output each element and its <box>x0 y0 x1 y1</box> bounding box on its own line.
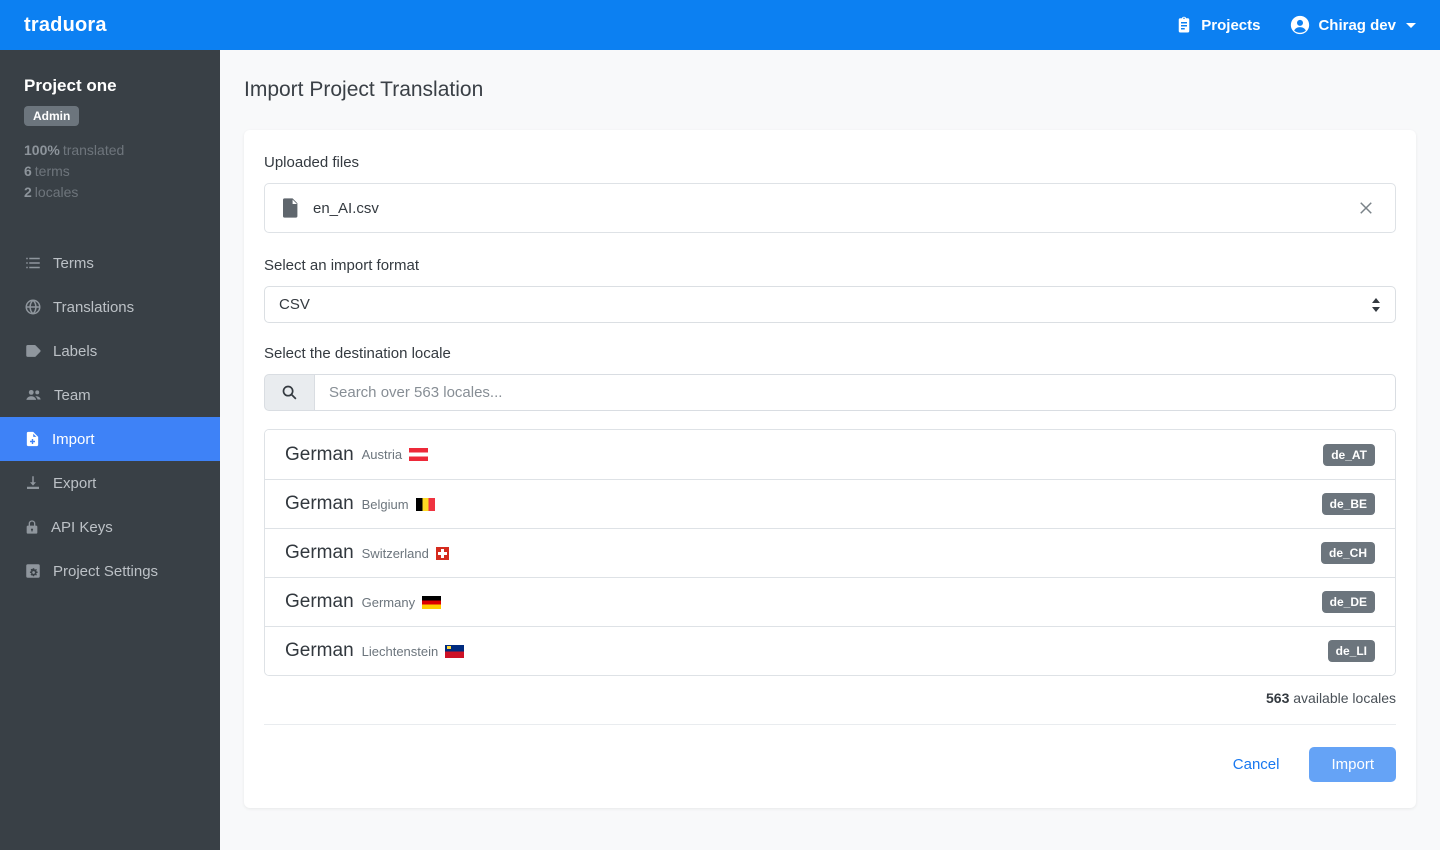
locale-row-de-de[interactable]: German Germany de_DE <box>265 577 1395 626</box>
brand-logo[interactable]: traduora <box>24 14 107 37</box>
people-icon <box>24 386 43 404</box>
sidebar-item-export[interactable]: Export <box>0 461 220 505</box>
file-name: en_AI.csv <box>313 199 379 217</box>
locale-region: Belgium <box>361 496 409 512</box>
locale-code-badge: de_BE <box>1321 493 1375 515</box>
sidebar-item-label: Export <box>53 474 97 492</box>
remove-file-button[interactable] <box>1355 197 1377 219</box>
locale-code-badge: de_AT <box>1323 443 1375 466</box>
format-select[interactable]: CSV <box>264 286 1396 323</box>
main-content: Import Project Translation Uploaded file… <box>220 50 1440 850</box>
sidebar-item-team[interactable]: Team <box>0 373 220 417</box>
file-icon <box>283 198 299 218</box>
sidebar-item-import[interactable]: Import <box>0 417 220 461</box>
flag-liechtenstein-icon <box>445 644 465 658</box>
locale-row-de-li[interactable]: German Liechtenstein de_LI <box>265 626 1395 675</box>
project-name: Project one <box>24 76 117 95</box>
available-locales-line: 563 available locales <box>264 690 1396 706</box>
close-icon <box>1357 199 1375 217</box>
sidebar-item-terms[interactable]: Terms <box>0 241 220 285</box>
locale-language: German <box>285 493 354 514</box>
search-icon <box>281 384 298 401</box>
download-icon <box>24 474 42 492</box>
format-selected-value: CSV <box>279 296 310 313</box>
locale-language: German <box>285 591 354 612</box>
locale-list: German Austria de_AT German Belgium de_B… <box>264 429 1396 676</box>
flag-switzerland-icon <box>435 546 449 560</box>
locale-code-badge: de_DE <box>1321 591 1375 613</box>
locale-row-de-at[interactable]: German Austria de_AT <box>265 430 1395 479</box>
sidebar-item-label: Import <box>52 430 95 448</box>
import-card: Uploaded files en_AI.csv Select an impor… <box>244 130 1416 808</box>
globe-icon <box>24 298 42 316</box>
available-count: 563 <box>1266 690 1290 706</box>
flag-germany-icon <box>422 595 442 609</box>
locale-row-de-be[interactable]: German Belgium de_BE <box>265 479 1395 528</box>
gear-icon <box>24 562 42 580</box>
select-arrows-icon <box>1371 297 1381 312</box>
sidebar-item-api-keys[interactable]: API Keys <box>0 505 220 549</box>
uploaded-file-row: en_AI.csv <box>264 183 1396 233</box>
search-icon-box <box>264 374 314 411</box>
projects-icon <box>1175 16 1193 34</box>
flag-belgium-icon <box>415 497 435 511</box>
sidebar-item-translations[interactable]: Translations <box>0 285 220 329</box>
sidebar-item-label: Translations <box>53 298 135 316</box>
project-stats: 100% translated 6 terms 2 locales <box>24 140 196 203</box>
user-name: Chirag dev <box>1318 16 1396 34</box>
locale-language: German <box>285 640 354 661</box>
sidebar: Project one Admin 100% translated 6 terms … <box>0 50 220 850</box>
role-badge: Admin <box>24 106 80 126</box>
list-icon <box>24 254 42 272</box>
locale-region: Liechtenstein <box>361 643 439 659</box>
locale-language: German <box>285 542 354 563</box>
locale-search-input[interactable] <box>314 374 1396 411</box>
stat-terms: 6 terms <box>24 163 70 179</box>
locale-row-de-ch[interactable]: German Switzerland de_CH <box>265 528 1395 577</box>
nav-projects-label: Projects <box>1201 16 1261 34</box>
locale-language: German <box>285 443 354 465</box>
import-button[interactable]: Import <box>1309 747 1396 782</box>
nav-projects[interactable]: Projects <box>1175 16 1260 34</box>
user-icon <box>1290 15 1310 35</box>
sidebar-item-labels[interactable]: Labels <box>0 329 220 373</box>
chevron-down-icon <box>1406 22 1416 28</box>
destination-label: Select the destination locale <box>264 345 451 362</box>
top-navbar: traduora Projects Chirag dev <box>0 0 1440 50</box>
sidebar-item-label: Terms <box>53 254 94 272</box>
sidebar-item-label: API Keys <box>51 518 113 536</box>
locale-code-badge: de_LI <box>1327 640 1375 662</box>
locale-search-group <box>264 374 1396 411</box>
locale-code-badge: de_CH <box>1320 542 1375 564</box>
format-label: Select an import format <box>264 257 420 274</box>
sidebar-menu: Terms Translations Labels Team Import Ex… <box>0 241 220 593</box>
stat-translated: 100% translated <box>24 142 125 158</box>
sidebar-item-label: Labels <box>53 342 98 360</box>
sidebar-item-label: Team <box>54 386 91 404</box>
user-menu[interactable]: Chirag dev <box>1290 15 1416 35</box>
sidebar-item-label: Project Settings <box>53 562 159 580</box>
sidebar-item-project-settings[interactable]: Project Settings <box>0 549 220 593</box>
page-title: Import Project Translation <box>244 78 484 101</box>
flag-austria-icon <box>409 448 429 461</box>
label-icon <box>24 342 42 360</box>
cancel-button[interactable]: Cancel <box>1233 756 1280 773</box>
lock-icon <box>24 518 40 536</box>
file-plus-icon <box>24 430 41 448</box>
available-label: available locales <box>1293 690 1396 706</box>
card-actions: Cancel Import <box>264 747 1396 782</box>
uploaded-files-label: Uploaded files <box>264 154 360 171</box>
stat-locales: 2 locales <box>24 184 79 200</box>
footer-divider <box>264 724 1396 725</box>
locale-region: Austria <box>361 447 403 462</box>
locale-region: Switzerland <box>361 545 429 561</box>
locale-region: Germany <box>361 594 416 610</box>
